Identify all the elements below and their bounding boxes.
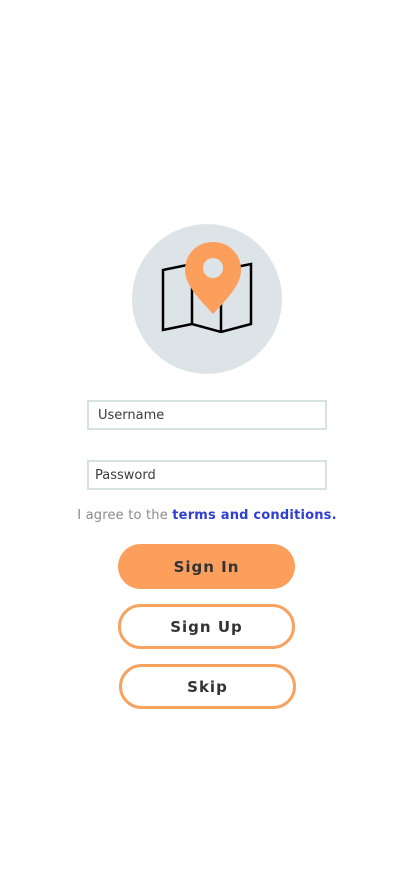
skip-button[interactable]: Skip xyxy=(119,664,296,709)
map-pin-icon xyxy=(161,242,253,334)
terms-link[interactable]: terms and conditions. xyxy=(172,508,337,523)
sign-up-label: Sign Up xyxy=(170,617,243,636)
terms-prefix-text: I agree to the xyxy=(77,508,173,523)
sign-in-label: Sign In xyxy=(173,557,240,576)
login-screen: I agree to the terms and conditions. Sig… xyxy=(0,0,414,896)
terms-agreement: I agree to the terms and conditions. xyxy=(0,508,414,523)
app-logo xyxy=(132,224,282,374)
password-input[interactable] xyxy=(87,460,327,490)
sign-up-button[interactable]: Sign Up xyxy=(118,604,295,649)
skip-label: Skip xyxy=(187,677,228,696)
sign-in-button[interactable]: Sign In xyxy=(118,544,295,589)
username-input[interactable] xyxy=(87,400,327,430)
